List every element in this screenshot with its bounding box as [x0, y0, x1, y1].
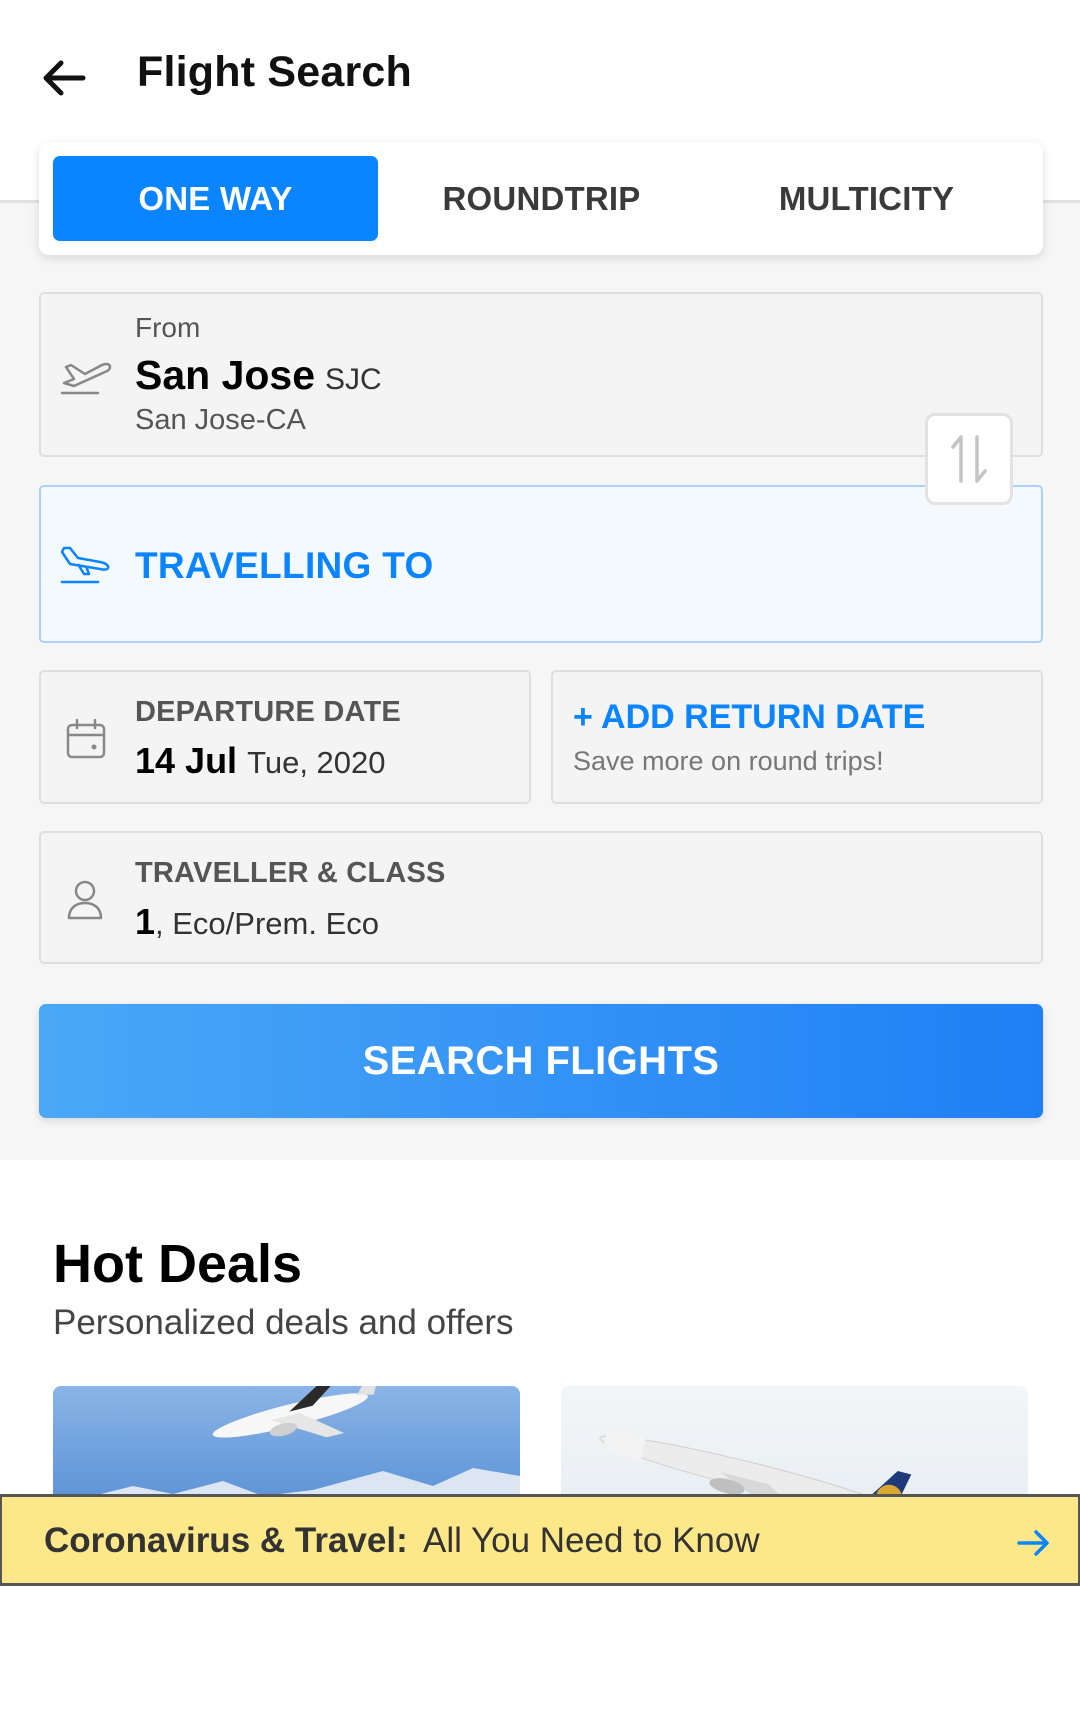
trip-type-tabs: ONE WAY ROUNDTRIP MULTICITY — [39, 142, 1043, 255]
traveller-class-label: TRAVELLER & CLASS — [135, 857, 446, 889]
departure-date-field[interactable]: DEPARTURE DATE 14 Jul Tue, 2020 — [39, 670, 531, 804]
traveller-class-field[interactable]: TRAVELLER & CLASS 1, Eco/Prem. Eco — [39, 831, 1043, 964]
add-return-date-label: + ADD RETURN DATE — [573, 698, 926, 736]
travel-class: , Eco/Prem. Eco — [155, 906, 379, 941]
return-date-hint: Save more on round trips! — [573, 746, 884, 776]
from-city: San Jose SJC — [135, 352, 382, 399]
arrow-left-icon — [43, 60, 86, 96]
airplane-image — [53, 1386, 520, 1506]
back-button[interactable] — [36, 50, 92, 106]
from-airport-code: SJC — [325, 363, 382, 396]
departure-day: Tue, 2020 — [247, 745, 386, 780]
hot-deals-title: Hot Deals — [53, 1234, 303, 1294]
coronavirus-banner-text: All You Need to Know — [423, 1521, 760, 1560]
traveller-class-value: 1, Eco/Prem. Eco — [135, 901, 379, 943]
search-flights-button[interactable]: SEARCH FLIGHTS — [39, 1004, 1043, 1118]
airplane-image — [599, 1431, 912, 1506]
page-title: Flight Search — [137, 48, 412, 96]
coronavirus-banner[interactable]: Coronavirus & Travel: All You Need to Kn… — [0, 1494, 1080, 1586]
tab-one-way[interactable]: ONE WAY — [53, 156, 378, 241]
from-label: From — [135, 312, 201, 343]
departure-date-label: DEPARTURE DATE — [135, 696, 401, 728]
deal-card[interactable] — [561, 1386, 1028, 1506]
hot-deals-subtitle: Personalized deals and offers — [53, 1303, 514, 1342]
coronavirus-banner-heading: Coronavirus & Travel: — [44, 1521, 408, 1560]
from-field[interactable]: From San Jose SJC San Jose-CA — [39, 292, 1043, 457]
app-header: Flight Search — [0, 0, 1080, 150]
arrow-right-icon — [1017, 1530, 1049, 1556]
tab-roundtrip[interactable]: ROUNDTRIP — [379, 156, 704, 241]
departure-date-value: 14 Jul Tue, 2020 — [135, 740, 386, 782]
swap-button[interactable] — [925, 413, 1013, 505]
swap-vertical-icon — [951, 435, 987, 483]
to-field[interactable]: TRAVELLING TO — [39, 485, 1043, 643]
traveller-count: 1 — [135, 901, 156, 942]
from-city-name: San Jose — [135, 352, 316, 398]
add-return-date-button[interactable]: + ADD RETURN DATE Save more on round tri… — [551, 670, 1043, 804]
tab-multicity[interactable]: MULTICITY — [704, 156, 1029, 241]
to-placeholder: TRAVELLING TO — [135, 545, 434, 586]
deal-card[interactable] — [53, 1386, 520, 1506]
calendar-icon — [63, 716, 109, 762]
landing-icon — [57, 541, 115, 587]
from-city-subtitle: San Jose-CA — [135, 404, 306, 436]
departure-date: 14 Jul — [135, 740, 238, 781]
takeoff-icon — [57, 352, 115, 398]
person-icon — [63, 877, 107, 923]
